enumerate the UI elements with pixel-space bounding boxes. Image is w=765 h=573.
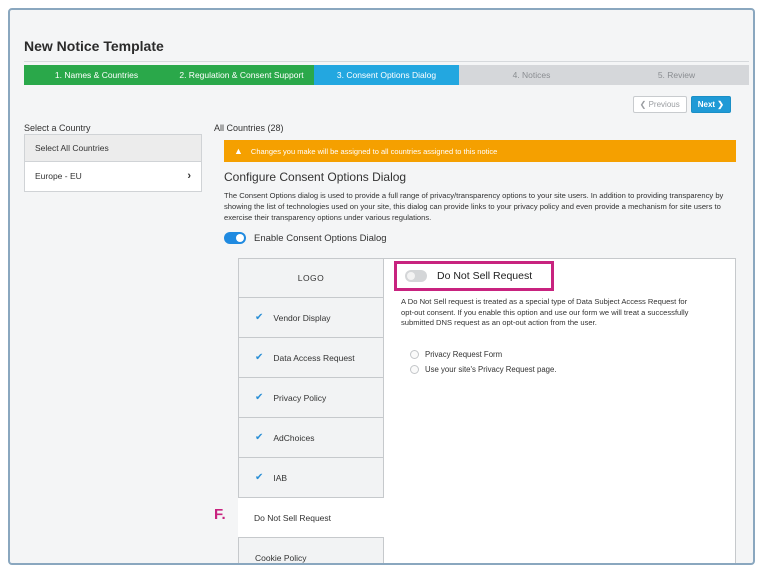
warning-icon: ▲	[234, 146, 243, 156]
country-item-label: Europe - EU	[35, 171, 82, 181]
dialog-options-menu: LOGO ✔ Vendor Display ✔ Data Access Requ…	[238, 258, 384, 563]
radio-privacy-request-form[interactable]: Privacy Request Form	[410, 350, 502, 359]
section-title: Configure Consent Options Dialog	[224, 170, 407, 184]
menu-item-privacy-policy[interactable]: ✔ Privacy Policy	[238, 378, 384, 418]
check-icon: ✔	[255, 392, 264, 403]
step-regulation-consent[interactable]: 2. Regulation & Consent Support	[169, 65, 314, 85]
menu-item-cookie-policy[interactable]: Cookie Policy	[238, 538, 384, 563]
radio-button[interactable]	[410, 365, 419, 374]
enable-consent-toggle[interactable]	[224, 232, 246, 244]
menu-item-adchoices[interactable]: ✔ AdChoices	[238, 418, 384, 458]
countries-heading: All Countries (28)	[214, 123, 284, 133]
menu-item-vendor-display[interactable]: ✔ Vendor Display	[238, 298, 384, 338]
enable-consent-label: Enable Consent Options Dialog	[254, 232, 387, 244]
radio-button[interactable]	[410, 350, 419, 359]
radio-site-privacy-page[interactable]: Use your site's Privacy Request page.	[410, 365, 557, 374]
app-window: New Notice Template 1. Names & Countries…	[8, 8, 755, 565]
step-names-countries[interactable]: 1. Names & Countries	[24, 65, 169, 85]
chevron-right-icon: ›	[187, 170, 191, 182]
do-not-sell-toggle[interactable]	[405, 270, 427, 282]
wizard-steps: 1. Names & Countries 2. Regulation & Con…	[24, 65, 749, 85]
menu-item-do-not-sell[interactable]: Do Not Sell Request	[238, 498, 384, 538]
warning-banner: ▲ Changes you make will be assigned to a…	[224, 140, 736, 162]
country-item-europe[interactable]: Europe - EU ›	[25, 162, 201, 190]
annotation-marker: F.	[214, 506, 226, 523]
step-consent-options-dialog[interactable]: 3. Consent Options Dialog	[314, 65, 459, 85]
title-divider	[24, 61, 749, 62]
previous-button[interactable]: ❮ Previous	[632, 96, 687, 113]
do-not-sell-highlight: Do Not Sell Request	[394, 261, 554, 291]
step-notices[interactable]: 4. Notices	[459, 65, 604, 85]
wizard-nav: ❮ Previous Next ❯	[632, 96, 731, 113]
menu-item-logo[interactable]: LOGO	[238, 258, 384, 298]
check-icon: ✔	[255, 352, 264, 363]
section-description: The Consent Options dialog is used to pr…	[224, 191, 724, 222]
page-title: New Notice Template	[24, 38, 164, 54]
chevron-right-icon: ❯	[715, 100, 724, 109]
warning-text: Changes you make will be assigned to all…	[250, 146, 498, 156]
check-icon: ✔	[255, 472, 264, 483]
country-list: Select All Countries Europe - EU ›	[24, 134, 202, 192]
do-not-sell-title: Do Not Sell Request	[437, 270, 533, 282]
step-review[interactable]: 5. Review	[604, 65, 749, 85]
do-not-sell-description: A Do Not Sell request is treated as a sp…	[401, 297, 689, 327]
menu-item-data-access-request[interactable]: ✔ Data Access Request	[238, 338, 384, 378]
next-button[interactable]: Next ❯	[690, 96, 731, 113]
country-heading: Select a Country	[24, 123, 91, 133]
menu-item-iab[interactable]: ✔ IAB	[238, 458, 384, 498]
chevron-left-icon: ❮	[639, 100, 649, 109]
enable-consent-row: Enable Consent Options Dialog	[224, 232, 387, 244]
check-icon: ✔	[255, 432, 264, 443]
select-all-countries[interactable]: Select All Countries	[25, 135, 201, 162]
check-icon: ✔	[255, 312, 264, 323]
